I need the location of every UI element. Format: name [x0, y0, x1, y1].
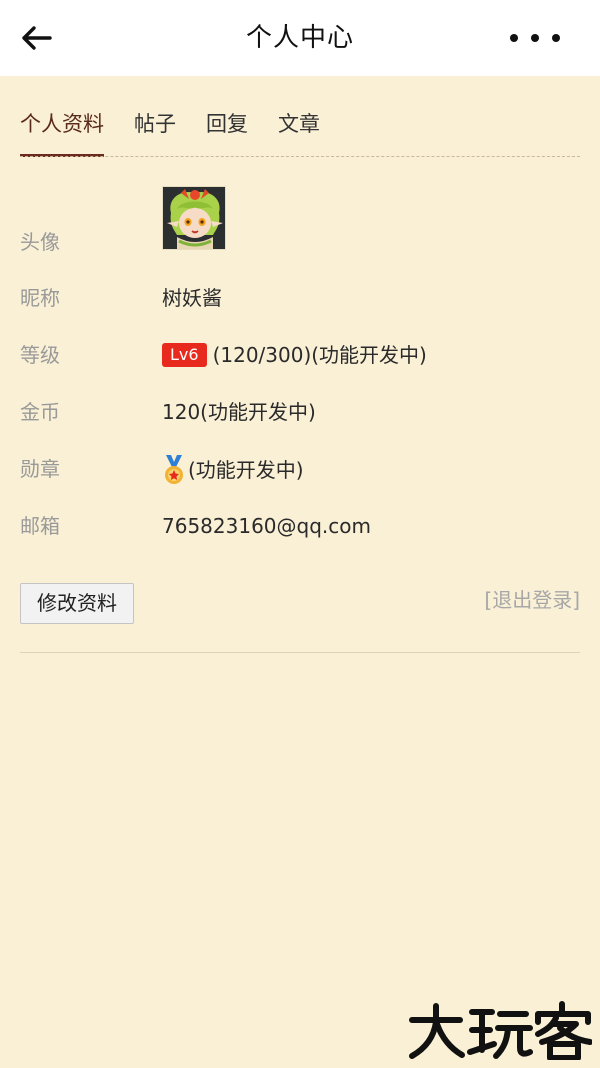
nickname-label: 昵称 [20, 286, 60, 310]
tabs-divider [20, 156, 580, 157]
medal-row: 勋章 (功能开发中) [20, 455, 580, 485]
nickname-value: 树妖酱 [162, 286, 222, 310]
coins-value: 120(功能开发中) [162, 400, 316, 424]
avatar-row: 头像 [20, 186, 580, 256]
tab-articles[interactable]: 文章 [278, 100, 320, 158]
coins-row: 金币 120(功能开发中) [20, 398, 580, 428]
medal-icon [165, 455, 183, 484]
level-label: 等级 [20, 343, 60, 367]
level-row: 等级 Lv6 (120/300)(功能开发中) [20, 341, 580, 371]
avatar-label: 头像 [20, 230, 60, 254]
avatar[interactable] [162, 186, 226, 250]
avatar-image [163, 187, 225, 249]
email-value: 765823160@qq.com [162, 514, 371, 538]
top-bar: 个人中心 [0, 0, 600, 76]
email-label: 邮箱 [20, 514, 60, 538]
watermark-logo [409, 1001, 592, 1060]
coins-label: 金币 [20, 400, 60, 424]
tab-posts[interactable]: 帖子 [134, 100, 176, 158]
profile-tabs: 个人资料 帖子 回复 文章 [20, 100, 580, 158]
edit-profile-button[interactable]: 修改资料 [20, 583, 134, 624]
more-dots-icon [510, 34, 518, 42]
nickname-row: 昵称 树妖酱 [20, 284, 580, 314]
level-progress: (120/300)(功能开发中) [212, 343, 427, 367]
level-badge: Lv6 [162, 343, 207, 367]
more-button[interactable] [510, 20, 560, 56]
medal-value: (功能开发中) [188, 458, 304, 482]
tab-profile[interactable]: 个人资料 [20, 100, 104, 158]
email-row: 邮箱 765823160@qq.com [20, 512, 580, 542]
tab-replies[interactable]: 回复 [206, 100, 248, 158]
logout-link[interactable]: [退出登录] [484, 586, 580, 614]
medal-label: 勋章 [20, 457, 60, 481]
content-divider [20, 652, 580, 653]
